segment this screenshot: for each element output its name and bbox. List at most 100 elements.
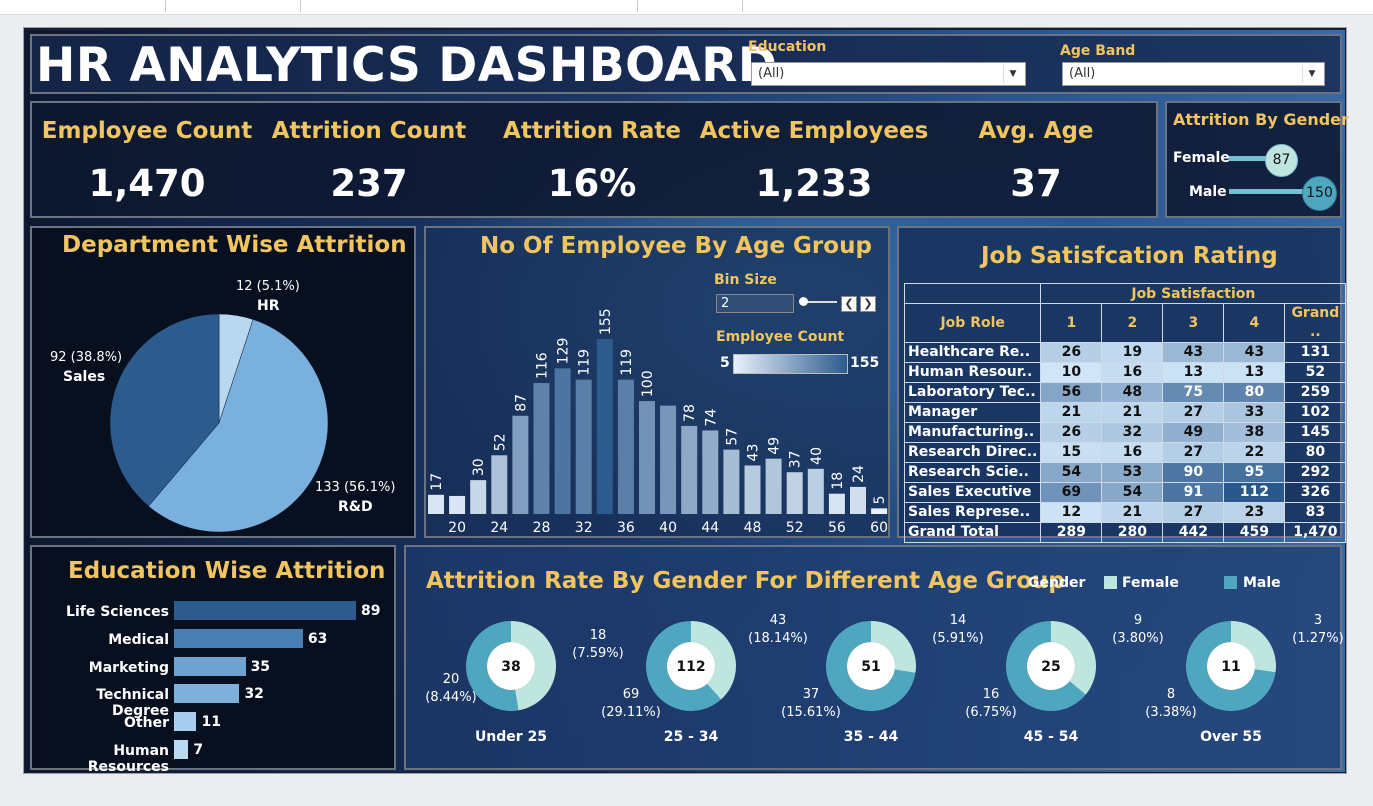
- table-row: Sales Represe.. 12 21 27 23 83: [903, 502, 1347, 523]
- satisfaction-cell: 27: [1162, 442, 1225, 463]
- gender-male-value: 150: [1306, 185, 1333, 201]
- age-group-label: Over 55: [1200, 729, 1262, 745]
- satisfaction-cell: 23: [1223, 502, 1286, 523]
- age-band-filter-select[interactable]: (All) ▼: [1062, 62, 1325, 86]
- gender-female-bubble: 87: [1265, 144, 1298, 177]
- satisfaction-cell: 49: [1162, 422, 1225, 443]
- pie-label-hr-value: 12 (5.1%): [236, 279, 300, 294]
- age-bar: [428, 494, 444, 514]
- table-row: Research Direc.. 15 16 27 22 80: [903, 442, 1347, 463]
- grand-total-cell: 292: [1284, 462, 1347, 483]
- satisfaction-cell: 12: [1040, 502, 1103, 523]
- job-role-cell: Laboratory Tec..: [903, 382, 1042, 403]
- education-filter-select[interactable]: (All) ▼: [751, 62, 1026, 86]
- bin-increment-button[interactable]: ❯: [860, 296, 876, 312]
- donut-total-value: 51: [861, 659, 880, 675]
- satisfaction-cell: 91: [1162, 482, 1225, 503]
- satisfaction-cell: 21: [1101, 502, 1164, 523]
- age-bar: [786, 472, 803, 514]
- bin-size-input[interactable]: 2: [716, 294, 794, 313]
- satisfaction-cell: 33: [1223, 402, 1286, 423]
- kpi-title: Employee Count: [41, 118, 253, 144]
- satisfaction-cell: 43: [1223, 342, 1286, 363]
- age-bar: [575, 379, 592, 514]
- table-row: Manufacturing.. 26 32 49 38 145: [903, 422, 1347, 443]
- satisfaction-cell: 21: [1040, 402, 1103, 423]
- age-axis-tick-label: 52: [786, 520, 804, 536]
- education-value: 89: [361, 603, 381, 619]
- education-filter-value: (All): [758, 66, 785, 81]
- donut-female-label: 9 (3.80%): [1112, 613, 1164, 646]
- education-label: Life Sciences: [66, 604, 169, 620]
- satisfaction-cell: 15: [1040, 442, 1103, 463]
- age-bar: [491, 455, 508, 514]
- overall-total-cell: 1,470: [1284, 522, 1347, 543]
- satisfaction-cell: 16: [1101, 362, 1164, 383]
- education-label: Marketing: [88, 659, 169, 676]
- satisfaction-cell: 90: [1162, 462, 1225, 483]
- education-filter-label: Education: [748, 39, 827, 55]
- age-bar-value-label: 5: [872, 495, 888, 504]
- grand-total-cell: 80: [1284, 442, 1347, 463]
- age-axis-tick-label: 40: [659, 520, 677, 536]
- bin-size-slider-handle[interactable]: [799, 297, 808, 306]
- donut-female-label: 18 (7.59%): [572, 628, 624, 661]
- legend-max-value: 155: [850, 355, 880, 371]
- age-bar: [723, 449, 740, 514]
- kpi-value: 1,233: [755, 162, 873, 205]
- age-bar: [596, 339, 613, 514]
- age-bar-value-label: 43: [746, 444, 762, 462]
- donut-male-label: 16 (6.75%): [965, 687, 1017, 720]
- age-axis-tick-label: 32: [575, 520, 593, 536]
- satisfaction-cell: 48: [1101, 382, 1164, 403]
- age-bar: [765, 458, 782, 514]
- job-role-header: Job Role: [903, 303, 1042, 343]
- satisfaction-cell: 53: [1101, 462, 1164, 483]
- satisfaction-cell: 26: [1040, 422, 1103, 443]
- legend-min-value: 5: [720, 355, 730, 371]
- kpi-title: Active Employees: [699, 118, 929, 144]
- education-bar: [174, 740, 189, 759]
- donut-female-label: 43 (18.14%): [748, 613, 808, 646]
- age-bar: [702, 430, 719, 514]
- gender-male-label: Male: [1189, 184, 1227, 200]
- satisfaction-cell: 13: [1223, 362, 1286, 383]
- column-total-cell: 289: [1040, 522, 1103, 543]
- satisfaction-cell: 19: [1101, 342, 1164, 363]
- age-bar-value-label: 17: [429, 473, 445, 491]
- job-satisfaction-title: Job Satisfcation Rating: [981, 243, 1278, 269]
- column-total-cell: 442: [1162, 522, 1225, 543]
- age-bar: [828, 493, 845, 514]
- satisfaction-cell: 43: [1162, 342, 1225, 363]
- age-group-label: 25 - 34: [663, 729, 719, 745]
- grand-total-cell: 259: [1284, 382, 1347, 403]
- age-bar-value-label: 74: [703, 409, 719, 427]
- age-bar: [617, 379, 634, 514]
- chevron-down-icon[interactable]: ▼: [1003, 65, 1022, 83]
- table-row: Healthcare Re.. 26 19 43 43 131: [903, 342, 1347, 363]
- age-bar-value-label: 24: [851, 465, 867, 483]
- pie-label-sales-name: Sales: [63, 369, 106, 385]
- donut-total-value: 38: [501, 659, 520, 675]
- age-bar: [807, 468, 824, 514]
- donut-total-value: 11: [1221, 659, 1240, 675]
- age-bar-value-label: 18: [830, 472, 846, 490]
- chevron-down-icon[interactable]: ▼: [1302, 65, 1321, 83]
- satisfaction-cell: 13: [1162, 362, 1225, 383]
- bin-decrement-button[interactable]: ❮: [841, 296, 857, 312]
- age-axis-tick-label: 20: [448, 520, 466, 536]
- grand-total-cell: 52: [1284, 362, 1347, 383]
- age-group-bar-chart: 17 30 52 87 116 129 119 155 119 100 78 74 57 43 49 37 40…: [428, 308, 888, 536]
- kpi-value: 1,470: [88, 162, 206, 205]
- column-total-cell: 459: [1223, 522, 1286, 543]
- grand-total-row: Grand Total 289 280 442 459 1,470: [903, 522, 1347, 543]
- age-bar-value-label: 87: [513, 394, 529, 412]
- age-group-label: Under 25: [474, 729, 548, 745]
- age-bar: [660, 405, 677, 514]
- age-bar-value-label: 129: [556, 338, 572, 365]
- satisfaction-cell: 80: [1223, 382, 1286, 403]
- education-label: Medical: [108, 631, 169, 648]
- age-axis-tick-label: 60: [870, 520, 888, 536]
- kpi-title: Attrition Count: [271, 118, 467, 144]
- kpi-title: Attrition Rate: [503, 118, 681, 144]
